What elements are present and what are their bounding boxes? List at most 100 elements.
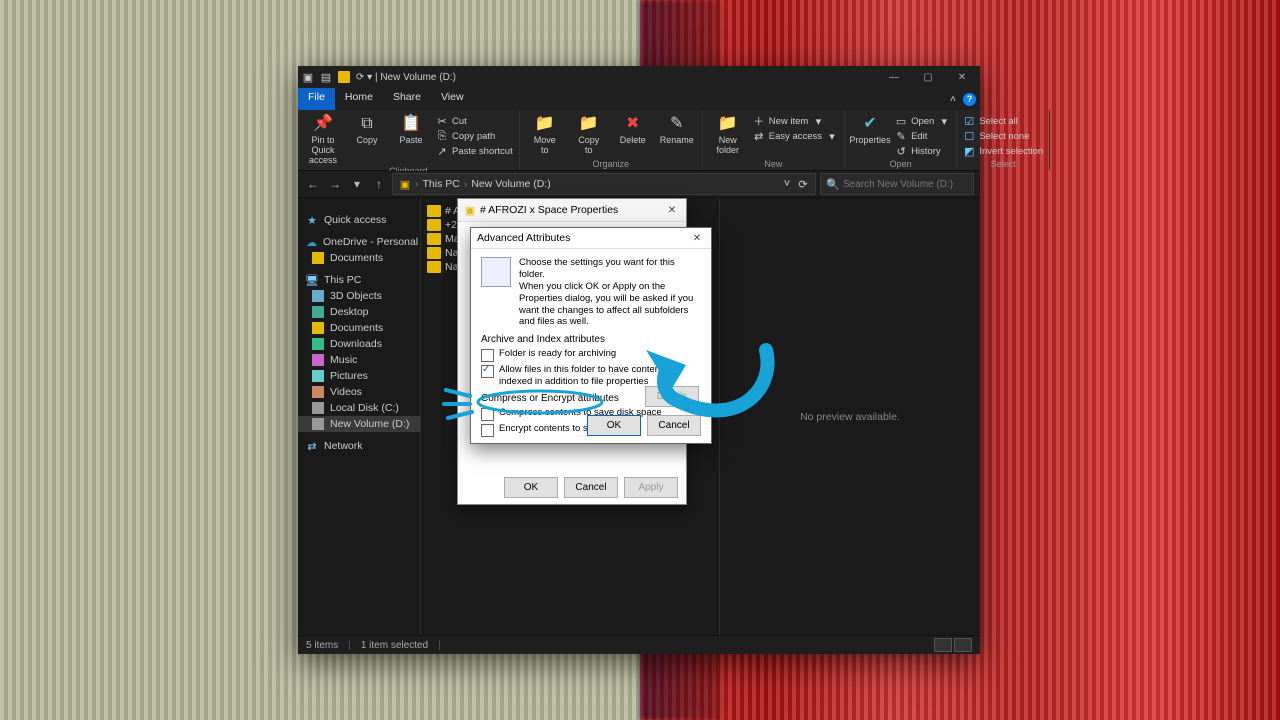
breadcrumb[interactable]: ▣ › This PC › New Volume (D:) ˅ ⟳ bbox=[392, 173, 816, 195]
props-cancel-button[interactable]: Cancel bbox=[564, 477, 618, 498]
close-icon[interactable]: ✕ bbox=[664, 205, 680, 216]
status-count: 5 items bbox=[306, 640, 338, 651]
sidebar-quick-access[interactable]: ★Quick access bbox=[298, 212, 420, 228]
recent-button[interactable]: ▾ bbox=[348, 175, 366, 193]
refresh-icon[interactable]: ⟳ bbox=[797, 178, 809, 190]
download-icon bbox=[312, 338, 324, 350]
status-selected: 1 item selected bbox=[361, 640, 428, 651]
up-button[interactable]: ↑ bbox=[370, 175, 388, 193]
copy-button[interactable]: ⧉Copy bbox=[346, 112, 388, 146]
rename-icon: ✎ bbox=[667, 114, 687, 134]
copy-to-button[interactable]: 📁Copy to bbox=[568, 112, 610, 156]
sidebar-item[interactable]: Local Disk (C:) bbox=[298, 400, 420, 416]
tab-home[interactable]: Home bbox=[335, 88, 383, 110]
back-button[interactable]: ← bbox=[304, 175, 322, 193]
paste-button[interactable]: 📋Paste bbox=[390, 112, 432, 146]
ribbon-collapse-icon[interactable]: ˄ bbox=[945, 91, 961, 107]
view-details-button[interactable] bbox=[934, 638, 952, 652]
network-icon: ⇄ bbox=[306, 440, 318, 452]
cut-button[interactable]: ✂Cut bbox=[434, 114, 515, 128]
forward-button[interactable]: → bbox=[326, 175, 344, 193]
select-all-button[interactable]: ☑Select all bbox=[961, 114, 1045, 128]
music-icon bbox=[312, 354, 324, 366]
checkbox-icon bbox=[481, 408, 494, 421]
navigation-pane[interactable]: ★Quick access ☁OneDrive - Personal Docum… bbox=[298, 198, 421, 635]
adv-ok-button[interactable]: OK bbox=[587, 415, 641, 436]
close-icon[interactable]: ✕ bbox=[689, 233, 705, 244]
sidebar-item[interactable]: Documents bbox=[298, 320, 420, 336]
pin-quick-access-button[interactable]: 📌Pin to Quick access bbox=[302, 112, 344, 166]
checkbox-archive[interactable]: Folder is ready for archiving bbox=[481, 348, 701, 362]
titlebar[interactable]: ▣ ▤ ⟳ ▾ | New Volume (D:) — ▢ ✕ bbox=[298, 66, 980, 88]
delete-button[interactable]: ✖Delete bbox=[612, 112, 654, 146]
edit-button[interactable]: ✎Edit bbox=[893, 129, 952, 143]
sidebar-network[interactable]: ⇄Network bbox=[298, 438, 420, 454]
sidebar-item[interactable]: Videos bbox=[298, 384, 420, 400]
tab-view[interactable]: View bbox=[431, 88, 474, 110]
preview-message: No preview available. bbox=[800, 411, 900, 423]
folder-info-icon bbox=[481, 257, 511, 287]
open-button[interactable]: ▭Open▾ bbox=[893, 114, 952, 128]
ribbon-tabs: File Home Share View ˄ ? bbox=[298, 88, 980, 110]
group-open-label: Open bbox=[890, 159, 912, 170]
drive-icon bbox=[312, 418, 324, 430]
folder-icon: ▣ bbox=[464, 204, 476, 216]
sidebar-onedrive[interactable]: ☁OneDrive - Personal bbox=[298, 234, 420, 250]
window-title: ⟳ ▾ | New Volume (D:) bbox=[356, 72, 874, 83]
status-bar: 5 items | 1 item selected | bbox=[298, 635, 980, 654]
sidebar-item-current[interactable]: New Volume (D:) bbox=[298, 416, 420, 432]
sidebar-item[interactable]: Downloads bbox=[298, 336, 420, 352]
rename-button[interactable]: ✎Rename bbox=[656, 112, 698, 146]
newfolder-icon: 📁 bbox=[718, 114, 738, 134]
props-apply-button[interactable]: Apply bbox=[624, 477, 678, 498]
tab-share[interactable]: Share bbox=[383, 88, 431, 110]
checkbox-index[interactable]: Allow files in this folder to have conte… bbox=[481, 364, 701, 387]
adv-intro1: Choose the settings you want for this fo… bbox=[519, 257, 701, 281]
group-select-label: Select bbox=[991, 159, 1016, 170]
copy-path-button[interactable]: ⎘Copy path bbox=[434, 129, 515, 143]
preview-pane: No preview available. bbox=[719, 198, 980, 635]
minimize-button[interactable]: — bbox=[880, 68, 908, 86]
easy-icon: ⇄ bbox=[753, 130, 765, 142]
new-folder-button[interactable]: 📁New folder bbox=[707, 112, 749, 156]
sidebar-item[interactable]: Music bbox=[298, 352, 420, 368]
shortcut-icon: ↗ bbox=[436, 145, 448, 157]
new-item-button[interactable]: ＋New item▾ bbox=[751, 114, 840, 128]
history-button[interactable]: ↺History bbox=[893, 144, 952, 158]
advanced-attributes-dialog[interactable]: Advanced Attributes ✕ Choose the setting… bbox=[470, 227, 712, 444]
props-ok-button[interactable]: OK bbox=[504, 477, 558, 498]
search-input[interactable]: 🔍 Search New Volume (D:) bbox=[820, 173, 974, 195]
invert-selection-button[interactable]: ◩Invert selection bbox=[961, 144, 1045, 158]
close-button[interactable]: ✕ bbox=[948, 68, 976, 86]
crumb-volume[interactable]: New Volume (D:) bbox=[471, 178, 550, 190]
sidebar-thispc[interactable]: 🖥This PC bbox=[298, 272, 420, 288]
adv-cancel-button[interactable]: Cancel bbox=[647, 415, 701, 436]
newitem-icon: ＋ bbox=[753, 115, 765, 127]
selectnone-icon: ☐ bbox=[963, 130, 975, 142]
adv-intro2: When you click OK or Apply on the Proper… bbox=[519, 281, 701, 329]
maximize-button[interactable]: ▢ bbox=[914, 68, 942, 86]
view-large-button[interactable] bbox=[954, 638, 972, 652]
selectall-icon: ☑ bbox=[963, 115, 975, 127]
easy-access-button[interactable]: ⇄Easy access▾ bbox=[751, 129, 840, 143]
path-icon: ⎘ bbox=[436, 130, 448, 142]
sidebar-item[interactable]: Pictures bbox=[298, 368, 420, 384]
pictures-icon bbox=[312, 370, 324, 382]
sidebar-item-documents[interactable]: Documents bbox=[298, 250, 420, 266]
sidebar-item[interactable]: Desktop bbox=[298, 304, 420, 320]
copy-icon: ⧉ bbox=[357, 114, 377, 134]
search-placeholder: Search New Volume (D:) bbox=[843, 179, 953, 190]
delete-icon: ✖ bbox=[623, 114, 643, 134]
select-none-button[interactable]: ☐Select none bbox=[961, 129, 1045, 143]
chevron-down-icon[interactable]: ˅ bbox=[781, 178, 793, 190]
properties-button[interactable]: ✔Properties bbox=[849, 112, 891, 146]
move-to-button[interactable]: 📁Move to bbox=[524, 112, 566, 156]
chevron-down-icon: ▾ bbox=[812, 115, 824, 127]
tab-file[interactable]: File bbox=[298, 88, 335, 110]
pin-icon: 📌 bbox=[313, 114, 333, 134]
help-icon[interactable]: ? bbox=[963, 93, 976, 106]
crumb-thispc[interactable]: This PC bbox=[423, 178, 460, 190]
paste-shortcut-button[interactable]: ↗Paste shortcut bbox=[434, 144, 515, 158]
details-button[interactable]: Details bbox=[645, 386, 699, 407]
sidebar-item[interactable]: 3D Objects bbox=[298, 288, 420, 304]
